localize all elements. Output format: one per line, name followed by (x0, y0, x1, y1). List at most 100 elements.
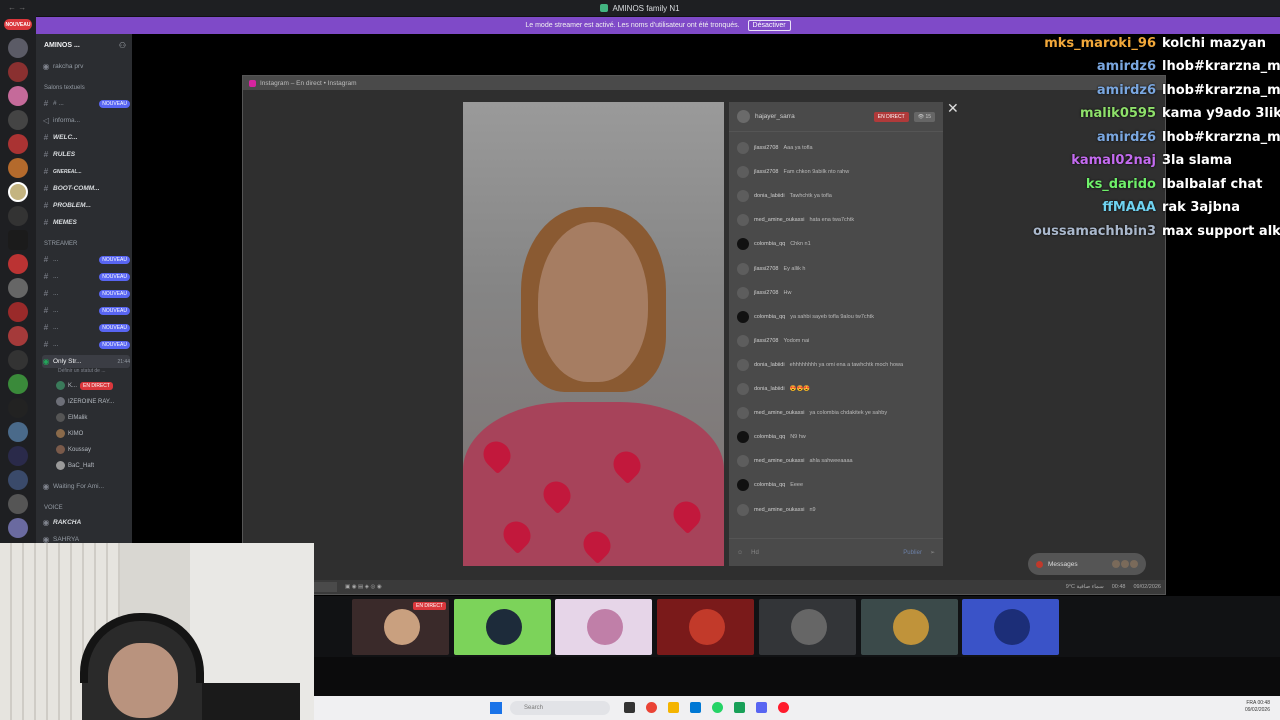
publish-button[interactable]: Publier (903, 550, 922, 556)
commenter-avatar[interactable] (737, 166, 749, 179)
messages-button[interactable]: Messages (1028, 553, 1146, 575)
comment-input[interactable]: Hd (751, 550, 759, 556)
voice-member[interactable]: Koussay (56, 443, 132, 456)
commenter-avatar[interactable] (737, 190, 749, 203)
commenter-name[interactable]: jlassi2708 (754, 290, 778, 296)
server-icon[interactable] (8, 374, 28, 394)
text-channel[interactable]: # PROBLEM... (42, 199, 130, 212)
server-icon[interactable] (8, 302, 28, 322)
chrome-icon[interactable] (646, 702, 657, 713)
voice-channel-only-str[interactable]: ◉ Only Str... 21:44 (42, 355, 130, 368)
server-icon[interactable] (8, 470, 28, 490)
server-icon[interactable] (8, 38, 28, 58)
category-text-channels[interactable]: Salons textuels (44, 85, 85, 91)
thumb-dark[interactable] (758, 599, 856, 655)
server-icon[interactable] (8, 422, 28, 442)
commenter-name[interactable]: donia_labiidi (754, 362, 785, 368)
category-streamer[interactable]: STREAMER (44, 241, 77, 247)
add-member-icon[interactable]: ⚇ (119, 41, 126, 50)
app-icon[interactable] (734, 702, 745, 713)
thumb-kick[interactable] (453, 599, 551, 655)
thumb-self-stream[interactable]: EN DIRECT (352, 599, 449, 655)
store-icon[interactable] (690, 702, 701, 713)
voice-channel-waiting[interactable]: ◉ Waiting For Ami... (42, 480, 130, 493)
server-icon[interactable] (8, 110, 28, 130)
server-icon[interactable] (8, 182, 28, 202)
close-icon[interactable]: ✕ (947, 100, 959, 117)
server-icon[interactable] (8, 350, 28, 370)
thumb-red[interactable] (657, 599, 755, 655)
commenter-name[interactable]: med_amine_oukassi (754, 458, 804, 464)
commenter-avatar[interactable] (737, 479, 749, 492)
taskbar-search[interactable]: Search (510, 701, 610, 715)
streamer-channel[interactable]: # ... NOUVEAU (42, 338, 130, 351)
text-channel[interactable]: # # ... NOUVEAU (42, 97, 130, 110)
commenter-avatar[interactable] (737, 310, 749, 323)
text-channel[interactable]: # RULES (42, 148, 130, 161)
text-channel[interactable]: # WELC... (42, 131, 130, 144)
commenter-name[interactable]: med_amine_oukassi (754, 507, 804, 513)
streamer-channel[interactable]: # ... NOUVEAU (42, 270, 130, 283)
text-channel[interactable]: ◁ informa... (42, 114, 130, 127)
voice-status-text[interactable]: Définir un statut de ... (58, 368, 106, 374)
thumb-anime[interactable] (555, 599, 653, 655)
commenter-avatar[interactable] (737, 238, 749, 251)
voice-member[interactable]: KIMO (56, 427, 132, 440)
server-icon[interactable] (8, 518, 28, 538)
server-icon[interactable] (8, 254, 28, 274)
server-icon[interactable] (8, 134, 28, 154)
thumb-gamer[interactable] (860, 599, 958, 655)
channel-rakcha-prv[interactable]: ◉ rakcha prv (42, 60, 130, 73)
host-avatar[interactable] (737, 110, 750, 123)
new-badge[interactable]: NOUVEAU (4, 19, 32, 30)
commenter-avatar[interactable] (737, 407, 749, 420)
commenter-name[interactable]: jlassi2708 (754, 266, 778, 272)
commenter-name[interactable]: jlassi2708 (754, 169, 778, 175)
folder-icon[interactable] (668, 702, 679, 713)
text-channel[interactable]: # MEMES (42, 216, 130, 229)
commenter-name[interactable]: colombia_qq (754, 314, 785, 320)
server-icon[interactable] (8, 398, 28, 418)
commenter-avatar[interactable] (737, 262, 749, 275)
host-username[interactable]: hajayer_sarra (755, 113, 795, 120)
server-icon[interactable] (8, 62, 28, 82)
commenter-name[interactable]: jlassi2708 (754, 145, 778, 151)
opera-icon[interactable] (778, 702, 789, 713)
commenter-avatar[interactable] (737, 358, 749, 371)
commenter-avatar[interactable] (737, 142, 749, 154)
streamer-channel[interactable]: # ... NOUVEAU (42, 304, 130, 317)
voice-member[interactable]: IZEROINE RAY... (56, 395, 132, 408)
streamer-channel[interactable]: # ... NOUVEAU (42, 287, 130, 300)
thumb-blue[interactable] (962, 599, 1060, 655)
commenter-name[interactable]: donia_labiidi (754, 193, 785, 199)
commenter-avatar[interactable] (737, 455, 749, 468)
disable-streamer-button[interactable]: Désactiver (747, 20, 791, 31)
server-icon[interactable] (8, 278, 28, 298)
commenter-avatar[interactable] (737, 286, 749, 299)
file-explorer-icon[interactable] (624, 702, 635, 713)
commenter-name[interactable]: jlassi2708 (754, 338, 778, 344)
discord-taskbar-icon[interactable] (756, 702, 767, 713)
text-channel[interactable]: # BOOT-COMM... (42, 182, 130, 195)
commenter-avatar[interactable] (737, 431, 749, 444)
window-controls-icon[interactable]: ← → (8, 3, 26, 12)
server-icon[interactable] (8, 158, 28, 178)
streamer-channel[interactable]: # ... NOUVEAU (42, 253, 130, 266)
commenter-name[interactable]: colombia_qq (754, 482, 785, 488)
server-icon[interactable] (8, 86, 28, 106)
voice-member[interactable]: ElMalik (56, 411, 132, 424)
kick-server-icon[interactable] (8, 230, 28, 250)
commenter-name[interactable]: donia_labiidi (754, 386, 785, 392)
voice-channel-rakcha[interactable]: ◉ RAKCHA (42, 516, 130, 529)
voice-member[interactable]: K... EN DIRECT (56, 379, 132, 392)
server-icon[interactable] (8, 206, 28, 226)
send-icon[interactable]: ➢ (930, 549, 935, 556)
commenter-name[interactable]: colombia_qq (754, 241, 785, 247)
commenter-name[interactable]: med_amine_oukassi (754, 217, 804, 223)
server-name[interactable]: AMINOS ... (44, 42, 80, 49)
server-icon[interactable] (8, 326, 28, 346)
emoji-icon[interactable]: ☺ (737, 550, 743, 556)
category-voice[interactable]: VOICE (44, 505, 63, 511)
server-icon[interactable] (8, 494, 28, 514)
commenter-avatar[interactable] (737, 383, 749, 395)
